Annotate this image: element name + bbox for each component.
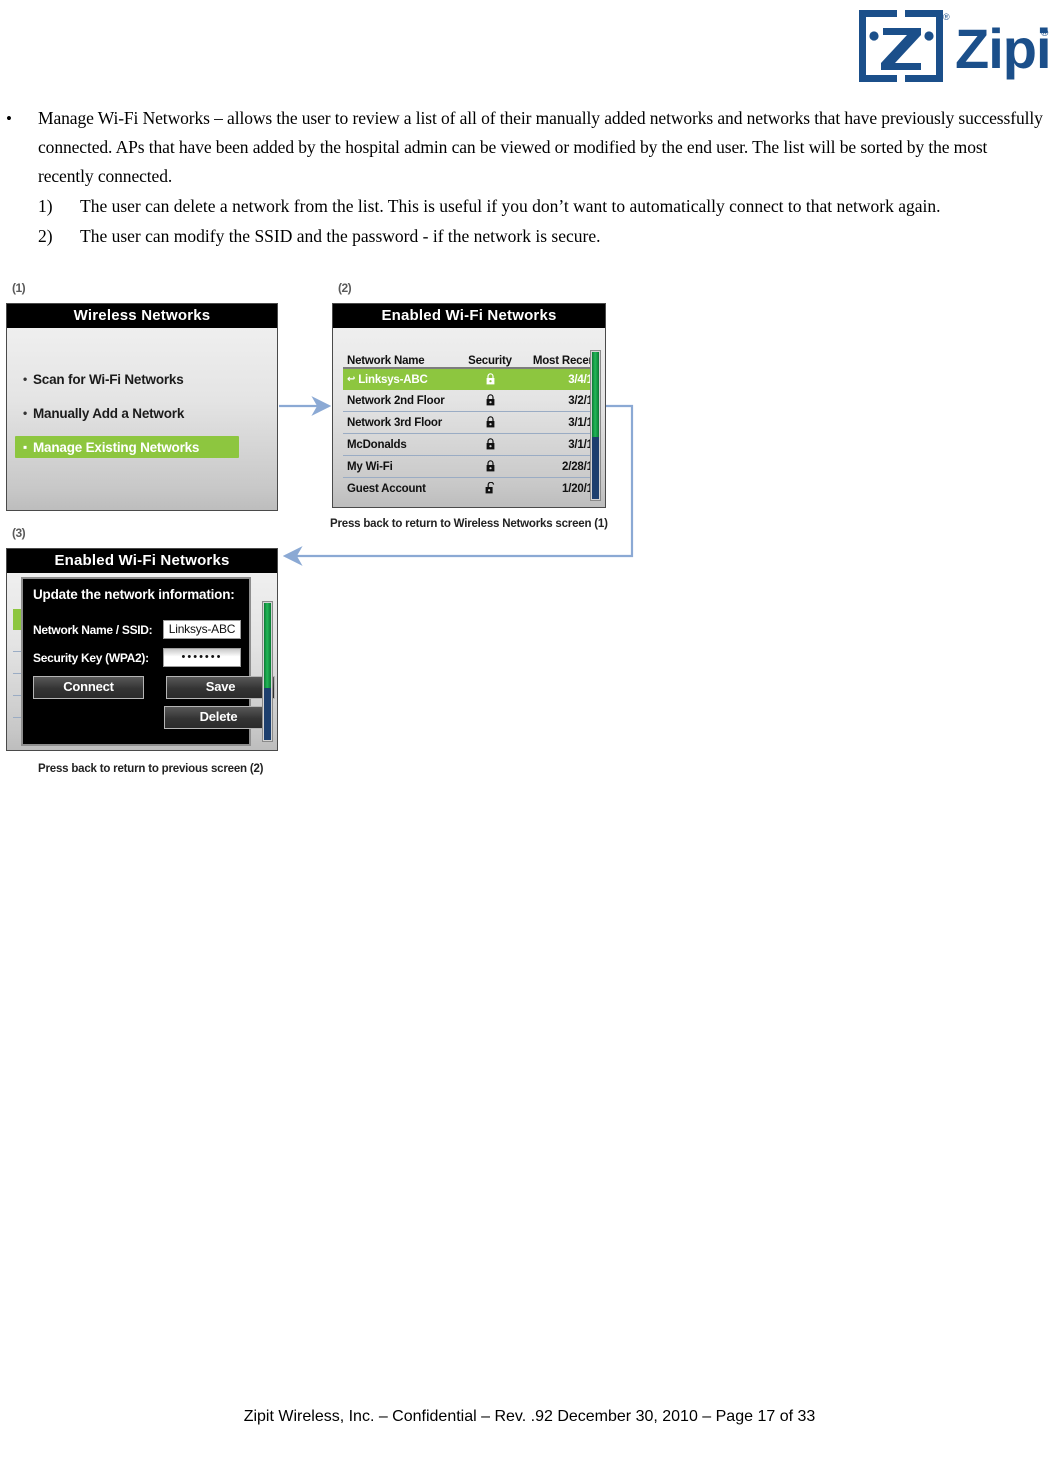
menu-item-manual-add[interactable]: • Manually Add a Network <box>7 402 277 424</box>
cell-security <box>459 373 521 385</box>
scrollbar-track[interactable] <box>592 437 599 499</box>
cell-security <box>459 482 521 494</box>
scrollbar-thumb[interactable] <box>264 603 271 688</box>
menu-item-manage-existing[interactable]: ▪ Manage Existing Networks <box>15 436 239 458</box>
step-label-2: (2) <box>338 281 352 295</box>
zipit-logo-svg: ® Zipit ® <box>859 10 1051 82</box>
scrollbar-track[interactable] <box>264 687 271 740</box>
cell-security <box>459 460 521 472</box>
lock-closed-icon <box>486 460 494 472</box>
lock-closed-icon <box>486 416 494 428</box>
body-copy: • Manage Wi-Fi Networks – allows the use… <box>0 104 1059 251</box>
cell-date: 2/28/10 <box>562 460 599 473</box>
svg-text:®: ® <box>1041 28 1049 39</box>
bullet-item: • Manage Wi-Fi Networks – allows the use… <box>0 104 1059 191</box>
table-row[interactable]: ↩ Linksys-ABC 3/4/10 <box>343 369 599 390</box>
lock-closed-icon <box>486 394 494 406</box>
connect-button[interactable]: Connect <box>33 676 144 699</box>
cell-network-name: McDonalds <box>347 438 407 451</box>
ssid-input[interactable]: Linksys-ABC <box>163 620 241 639</box>
security-key-input[interactable]: ••••••• <box>163 648 241 667</box>
screen-body: • Scan for Wi-Fi Networks • Manually Add… <box>7 328 277 510</box>
table-row[interactable]: My Wi-Fi 2/28/10 <box>343 456 599 478</box>
cell-date: 1/20/10 <box>562 482 599 495</box>
screen-body: Network Name Security Most Recent ↩ Link… <box>333 328 605 507</box>
cell-date: 3/1/10 <box>568 416 599 429</box>
delete-button[interactable]: Delete <box>164 706 273 729</box>
menu-item-scan[interactable]: • Scan for Wi-Fi Networks <box>7 368 277 390</box>
list-item-marker: 2) <box>38 226 53 246</box>
zipit-logo: ® Zipit ® <box>855 6 1051 86</box>
list-item: 2) The user can modify the SSID and the … <box>0 221 1059 251</box>
cell-date: 3/4/10 <box>568 373 599 386</box>
cell-network-name: Network 2nd Floor <box>347 394 445 407</box>
table-row[interactable]: McDonalds 3/1/10 <box>343 434 599 456</box>
menu-item-label: Manually Add a Network <box>33 405 185 421</box>
bullet-dot-icon: • <box>23 406 28 420</box>
field-ssid-row: Network Name / SSID: Linksys-ABC <box>33 620 241 639</box>
update-network-dialog: Update the network information: Network … <box>21 577 275 746</box>
table-row[interactable]: Guest Account 1/20/10 <box>343 478 599 499</box>
bullet-square-icon: ▪ <box>23 440 28 454</box>
lock-open-icon <box>485 482 494 494</box>
menu-list: • Scan for Wi-Fi Networks • Manually Add… <box>7 368 277 470</box>
lock-closed-icon <box>486 438 494 450</box>
network-table: Network Name Security Most Recent ↩ Link… <box>343 350 601 501</box>
field-security-key-row: Security Key (WPA2): ••••••• <box>33 648 241 667</box>
step-label-1: (1) <box>12 281 26 295</box>
table-row[interactable]: Network 3rd Floor 3/1/10 <box>343 412 599 434</box>
cell-date: 3/1/10 <box>568 438 599 451</box>
cell-security <box>459 416 521 428</box>
svg-text:®: ® <box>943 12 950 22</box>
table-header-row: Network Name Security Most Recent <box>343 350 601 369</box>
lock-closed-icon <box>486 373 494 385</box>
scrollbar[interactable] <box>262 601 273 742</box>
step-label-3: (3) <box>12 526 26 540</box>
cell-network-name: Guest Account <box>347 482 426 495</box>
cell-security <box>459 438 521 450</box>
bullet-dot-icon: • <box>23 372 28 386</box>
column-header-name: Network Name <box>343 355 459 369</box>
caption-panel2: Press back to return to Wireless Network… <box>330 518 608 530</box>
cell-security <box>459 394 521 406</box>
screen-title: Wireless Networks <box>7 304 277 328</box>
list-item-text: The user can modify the SSID and the pas… <box>80 226 601 246</box>
scrollbar[interactable] <box>590 350 601 501</box>
connected-arrow-icon: ↩ <box>347 374 356 385</box>
screen-title: Enabled Wi-Fi Networks <box>333 304 605 328</box>
field-label-ssid: Network Name / SSID: <box>33 622 153 637</box>
bullet-paragraph: Manage Wi-Fi Networks – allows the user … <box>38 108 1043 186</box>
cell-network-name: My Wi-Fi <box>347 460 393 473</box>
screen-enabled-wifi-networks: Enabled Wi-Fi Networks Network Name Secu… <box>332 303 606 508</box>
svg-text:Zipit: Zipit <box>955 17 1051 80</box>
caption-panel3: Press back to return to previous screen … <box>38 763 264 775</box>
cell-network-name: Network 3rd Floor <box>347 416 443 429</box>
page-footer: Zipit Wireless, Inc. – Confidential – Re… <box>243 1408 816 1425</box>
menu-item-label: Scan for Wi-Fi Networks <box>33 371 184 387</box>
dialog-button-row: Connect Save <box>33 676 275 699</box>
screen-body: Update the network information: Network … <box>7 573 277 750</box>
cell-network-name: ↩ Linksys-ABC <box>347 373 428 386</box>
save-button[interactable]: Save <box>166 676 275 699</box>
cell-date: 3/2/10 <box>568 394 599 407</box>
screen-wireless-networks: Wireless Networks • Scan for Wi-Fi Netwo… <box>6 303 278 511</box>
scrollbar-thumb[interactable] <box>592 352 599 438</box>
column-header-most-recent: Most Recent <box>521 355 601 369</box>
menu-item-label: Manage Existing Networks <box>33 439 200 455</box>
list-item-marker: 1) <box>38 196 53 216</box>
screen-title: Enabled Wi-Fi Networks <box>7 549 277 573</box>
table-row[interactable]: Network 2nd Floor 3/2/10 <box>343 390 599 412</box>
numbered-list: 1) The user can delete a network from th… <box>0 191 1059 251</box>
list-item-text: The user can delete a network from the l… <box>80 196 941 216</box>
bullet-marker: • <box>6 109 12 128</box>
dialog-title: Update the network information: <box>33 587 235 602</box>
field-label-security-key: Security Key (WPA2): <box>33 650 149 665</box>
screen-update-network: Enabled Wi-Fi Networks Update the networ… <box>6 548 278 751</box>
list-item: 1) The user can delete a network from th… <box>0 191 1059 221</box>
column-header-security: Security <box>459 355 521 369</box>
